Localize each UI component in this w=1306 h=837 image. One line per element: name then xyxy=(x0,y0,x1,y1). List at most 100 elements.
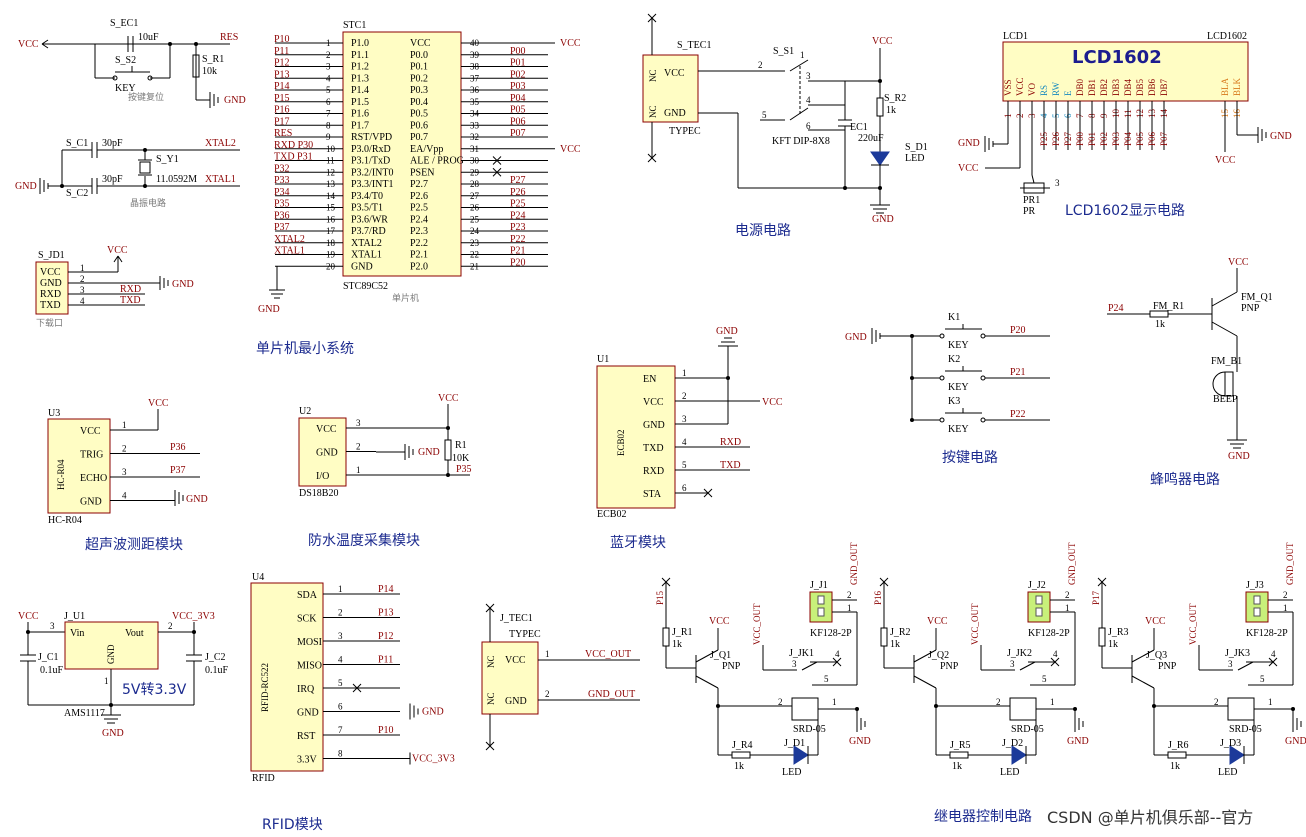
mcu-pin-number: 37 xyxy=(470,73,480,83)
buzzer-ref: FM_B1 xyxy=(1211,356,1242,367)
mcu-gnd-label: GND xyxy=(258,304,280,315)
svg-text:4: 4 xyxy=(1271,649,1276,659)
mcu-net-label: P06 xyxy=(510,116,526,127)
ultrasonic-echo-net: P37 xyxy=(170,465,186,476)
crystal-circuit: GND S_C1 S_C2 30pF 30pF S_Y1 11.0592M 晶振… xyxy=(15,138,240,209)
crystal-gnd-label: GND xyxy=(15,181,37,192)
mcu-pin-number: 2 xyxy=(326,50,331,60)
bt-body-label: ECB02 xyxy=(616,429,626,456)
mcu-pin-label: P2.5 xyxy=(410,203,428,214)
temp-gnd-label: GND xyxy=(418,447,440,458)
rfid-net-label: P11 xyxy=(378,655,393,666)
rfid-pin-number: 1 xyxy=(338,584,343,594)
power-nc1: NC xyxy=(648,69,658,82)
mcu-pin-label: VCC xyxy=(410,38,431,49)
rfid-body-label: RFID-RC522 xyxy=(260,663,270,712)
mcu-pin-number: 33 xyxy=(470,120,480,130)
typec2-part: TYPEC xyxy=(509,629,541,640)
svg-text:1: 1 xyxy=(1283,603,1288,613)
relay-vccout: VCC_OUT xyxy=(970,603,980,645)
svg-text:5: 5 xyxy=(1042,674,1047,684)
mcu-pin-number: 4 xyxy=(326,73,331,83)
mcu-net-label: P05 xyxy=(510,105,526,116)
mcu-net-label: RXD P30 xyxy=(274,140,313,151)
ultrasonic-body-label: HC-R04 xyxy=(56,459,66,490)
relay-gndout: GND_OUT xyxy=(849,542,859,585)
relay-channel: P16J_R21kJ_Q2PNPVCC VCC_OUTJ_JK2345J_J2KF… xyxy=(873,542,1089,778)
mcu-pin-label: P3.6/WR xyxy=(351,214,388,225)
mcu-net-label: P16 xyxy=(274,105,290,116)
bt-pin-label: EN xyxy=(643,374,656,385)
relay-led-ref: J_D2 xyxy=(1002,738,1023,749)
reset-caption: 按键复位 xyxy=(128,91,164,103)
reset-net-label: RES xyxy=(220,32,238,43)
bt-pin-label: STA xyxy=(643,489,662,500)
power-switch-part: KFT DIP-8X8 xyxy=(772,136,830,147)
relay-title: 继电器控制电路 xyxy=(934,809,1032,825)
relay-circuits: P15J_R11kJ_Q1PNPVCC VCC_OUTJ_JK1345J_J1KF… xyxy=(655,542,1306,778)
svg-text:1: 1 xyxy=(800,50,805,60)
ultrasonic-ref: U3 xyxy=(48,408,60,419)
mcu-pin-label: P0.5 xyxy=(410,109,428,120)
mcu-net-label: P07 xyxy=(510,128,526,139)
buzzer-vcc-label: VCC xyxy=(1228,257,1249,268)
mcu-net-label: P27 xyxy=(510,175,526,186)
mcu-pin-label: P0.6 xyxy=(410,120,428,131)
relay-coil-part: SRD-05 xyxy=(793,724,826,735)
mcu-net-label: P14 xyxy=(274,81,290,92)
lcd-pin-label: BLA xyxy=(1220,77,1230,96)
download-vcc-label: VCC xyxy=(107,245,128,256)
lcd-pin-label: E xyxy=(1063,90,1073,96)
bt-title: 蓝牙模块 xyxy=(610,535,666,551)
svg-text:5: 5 xyxy=(762,110,767,120)
lcd-part: LCD1602 xyxy=(1207,31,1247,42)
rfid-pin-number: 5 xyxy=(338,678,343,688)
reg-vcc33-label: VCC_3V3 xyxy=(172,611,215,622)
reg-pin3: 3 xyxy=(50,621,55,631)
mcu-net-label: P22 xyxy=(510,234,526,245)
bt-pin-label: GND xyxy=(643,420,665,431)
mcu-pin-number: 12 xyxy=(326,167,335,177)
rfid-net-label: P10 xyxy=(378,725,394,736)
lcd-net-label: P03 xyxy=(1111,131,1121,146)
rfid-ref: U4 xyxy=(252,572,264,583)
relay-led-resistor-ref: J_R6 xyxy=(1168,740,1189,751)
power-typec-part: TYPEC xyxy=(669,126,701,137)
mcu-net-label: P37 xyxy=(274,222,290,233)
reg-ref: J_U1 xyxy=(64,611,85,622)
reg-c1-value: 0.1uF xyxy=(40,665,64,676)
relay-led-resistor-ref: J_R5 xyxy=(950,740,971,751)
mcu-ref: STC1 xyxy=(343,20,366,31)
relay-terminal-part: KF128-2P xyxy=(810,628,852,639)
relay-coil-part: SRD-05 xyxy=(1011,724,1044,735)
mcu-pin-label: RST/VPD xyxy=(351,132,392,143)
mcu-pin-number: 31 xyxy=(470,144,479,154)
reg-part: AMS1117 xyxy=(64,708,105,719)
svg-text:2: 2 xyxy=(1214,697,1219,707)
download-pin-label: TXD xyxy=(40,300,61,311)
lcd-net-label: P02 xyxy=(1099,132,1109,146)
download-port: S_JD1 VCC 1 GND 2 RXD 3 TXD 4 下载口 VCC GND RXD T… xyxy=(35,245,194,329)
relay-led-part: LED xyxy=(782,767,801,778)
rfid-pin-label: SDA xyxy=(297,590,318,601)
ultrasonic-pin-label: GND xyxy=(80,497,102,508)
lcd-net-label: P00 xyxy=(1075,131,1085,146)
mcu-pin-number: 38 xyxy=(470,62,480,72)
schematic-canvas: VCC S_EC1 10uF S_S2 KEY 按键复位 S_R1 10k GN… xyxy=(15,13,1306,833)
rfid-pin-label: MISO xyxy=(297,661,322,672)
download-pin-label: RXD xyxy=(40,289,61,300)
svg-text:3: 3 xyxy=(1055,178,1060,188)
lcd-pin-label: DB5 xyxy=(1135,78,1145,96)
buzzer-title: 蜂鸣器电路 xyxy=(1150,471,1220,488)
mcu-pin-number: 7 xyxy=(326,109,331,119)
ultrasonic-pin-number: 4 xyxy=(122,491,127,501)
lcd-pot-ref: PR1 xyxy=(1023,195,1040,206)
reg-gnd-pin: GND xyxy=(106,644,116,664)
reset-key-ref: S_S2 xyxy=(115,55,136,66)
lcd-pin-label: DB0 xyxy=(1075,78,1085,96)
mcu-pin-label: P1.6 xyxy=(351,109,369,120)
typec2-pin2: 2 xyxy=(545,689,550,699)
mcu-net-label: VCC xyxy=(560,144,581,155)
mcu-pin-label: P0.1 xyxy=(410,62,428,73)
mcu-pin-number: 8 xyxy=(326,120,331,130)
